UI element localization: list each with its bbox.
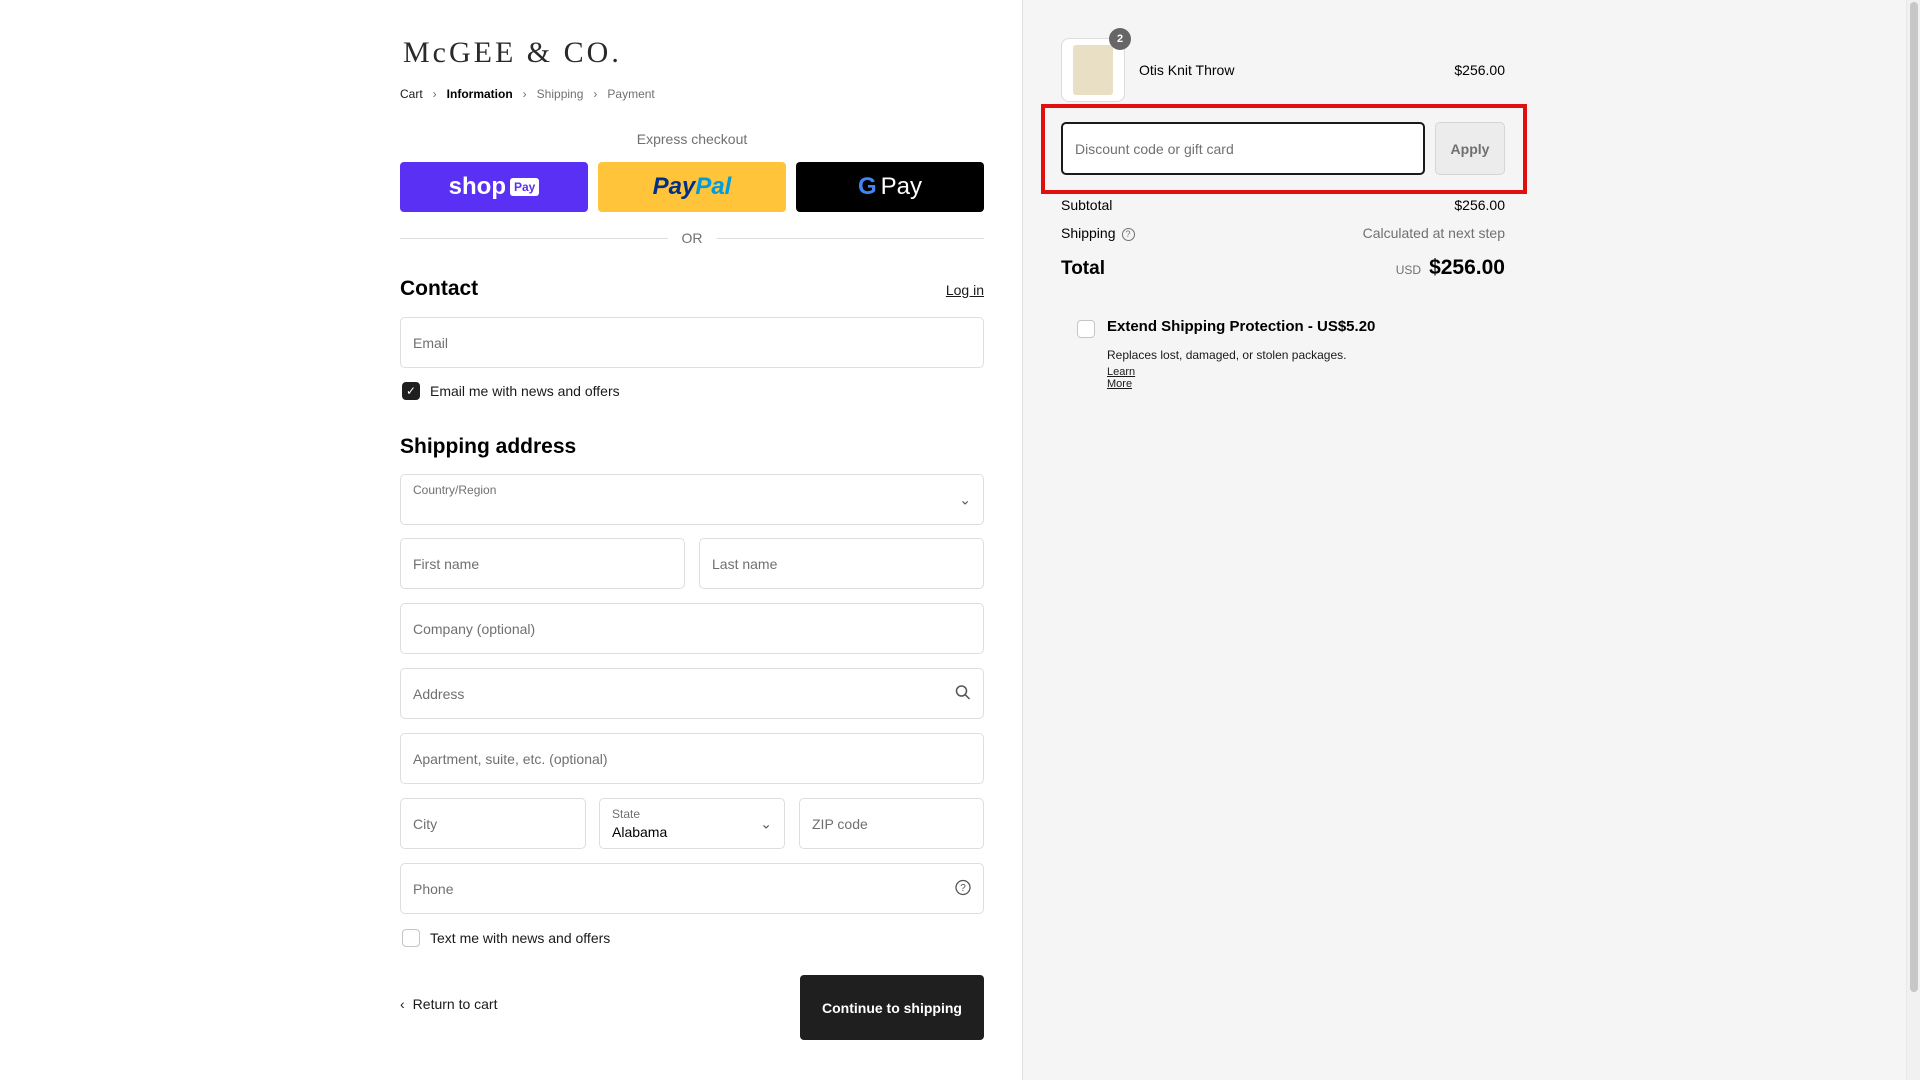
text-news-checkbox[interactable] xyxy=(402,929,420,947)
company-placeholder: Company (optional) xyxy=(413,620,536,637)
company-field[interactable]: Company (optional) xyxy=(400,603,984,654)
breadcrumb-cart[interactable]: Cart xyxy=(400,87,423,101)
chevron-down-icon: ⌄ xyxy=(760,815,772,831)
google-pay-button[interactable]: G Pay xyxy=(796,162,984,212)
country-label: Country/Region xyxy=(413,483,497,497)
or-text: OR xyxy=(681,230,703,246)
breadcrumb-information: Information xyxy=(446,87,513,101)
google-pay-text: Pay xyxy=(880,173,923,200)
paypal-button[interactable]: Pay Pal xyxy=(598,162,786,212)
checkout-main: McGEE & CO. Cart › Information › Shippin… xyxy=(0,0,1022,1080)
extend-subtitle: Replaces lost, damaged, or stolen packag… xyxy=(1107,348,1347,362)
brand-logo[interactable]: McGEE & CO. xyxy=(403,36,622,70)
email-field[interactable]: Email xyxy=(400,317,984,368)
address-field[interactable]: Address xyxy=(400,668,984,719)
search-icon xyxy=(955,684,971,703)
state-select[interactable]: State Alabama ⌄ xyxy=(599,798,785,849)
discount-code-input[interactable]: Discount code or gift card xyxy=(1061,122,1425,175)
email-placeholder: Email xyxy=(413,334,449,351)
subtotal-label: Subtotal xyxy=(1061,197,1113,213)
chevron-down-icon: ⌄ xyxy=(959,491,971,507)
divider-line xyxy=(716,237,984,239)
help-icon[interactable]: ? xyxy=(1121,227,1135,241)
shop-pay-button[interactable]: shop Pay xyxy=(400,162,588,212)
total-currency: USD xyxy=(1395,263,1422,277)
email-news-label: Email me with news and offers xyxy=(430,383,620,399)
address-placeholder: Address xyxy=(413,685,465,702)
shipping-row: Shipping? Calculated at next step xyxy=(1061,225,1505,241)
phone-field[interactable]: Phone ? xyxy=(400,863,984,914)
email-news-option[interactable]: ✓ Email me with news and offers xyxy=(402,382,620,400)
or-divider: OR xyxy=(400,230,984,246)
chevron-right-icon: › xyxy=(593,87,598,101)
express-buttons: shop Pay Pay Pal G Pay xyxy=(400,162,984,212)
shipping-heading: Shipping address xyxy=(400,435,577,458)
country-select[interactable]: Country/Region ⌄ xyxy=(400,474,984,525)
city-field[interactable]: City xyxy=(400,798,586,849)
help-icon[interactable]: ? xyxy=(955,879,971,898)
product-name: Otis Knit Throw xyxy=(1139,62,1235,78)
apply-discount-button[interactable]: Apply xyxy=(1435,122,1505,175)
extend-title: Extend Shipping Protection - US$5.20 xyxy=(1107,318,1376,335)
chevron-right-icon: › xyxy=(522,87,527,101)
email-news-checkbox[interactable]: ✓ xyxy=(402,382,420,400)
state-value: Alabama xyxy=(612,824,668,840)
google-icon: G xyxy=(857,173,877,200)
scrollbar[interactable] xyxy=(1906,0,1920,1080)
breadcrumb-shipping: Shipping xyxy=(536,87,584,101)
zip-placeholder: ZIP code xyxy=(812,815,868,832)
total-row: Total USD $256.00 xyxy=(1061,256,1505,280)
chevron-right-icon: › xyxy=(432,87,437,101)
contact-heading: Contact xyxy=(400,277,479,300)
subtotal-value: $256.00 xyxy=(1454,197,1505,213)
last-name-field[interactable]: Last name xyxy=(699,538,984,589)
svg-text:?: ? xyxy=(960,883,966,894)
product-price: $256.00 xyxy=(1454,62,1505,78)
paypal-text-1: Pay xyxy=(652,173,696,200)
text-news-label: Text me with news and offers xyxy=(430,930,611,946)
discount-placeholder: Discount code or gift card xyxy=(1075,140,1234,157)
shop-pay-text: shop xyxy=(448,173,506,200)
state-label: State xyxy=(612,807,641,821)
apartment-field[interactable]: Apartment, suite, etc. (optional) xyxy=(400,733,984,784)
scrollbar-thumb[interactable] xyxy=(1910,2,1918,992)
city-placeholder: City xyxy=(413,815,438,832)
zip-field[interactable]: ZIP code xyxy=(799,798,984,849)
quantity-badge: 2 xyxy=(1109,28,1131,50)
paypal-text-2: Pal xyxy=(695,173,732,200)
breadcrumb: Cart › Information › Shipping › Payment xyxy=(400,87,655,101)
subtotal-row: Subtotal $256.00 xyxy=(1061,197,1505,213)
extend-learn-more-link[interactable]: Learn More xyxy=(1107,366,1135,390)
shop-pay-badge: Pay xyxy=(509,178,540,196)
phone-placeholder: Phone xyxy=(413,880,454,897)
apartment-placeholder: Apartment, suite, etc. (optional) xyxy=(413,750,608,767)
first-name-field[interactable]: First name xyxy=(400,538,685,589)
login-link[interactable]: Log in xyxy=(946,282,984,298)
divider-line xyxy=(400,237,668,239)
first-name-placeholder: First name xyxy=(413,555,480,572)
chevron-left-icon: ‹ xyxy=(400,996,405,1012)
total-label: Total xyxy=(1061,258,1105,279)
last-name-placeholder: Last name xyxy=(712,555,778,572)
shipping-label: Shipping xyxy=(1061,225,1116,241)
shipping-value: Calculated at next step xyxy=(1362,225,1505,241)
breadcrumb-payment: Payment xyxy=(607,87,655,101)
total-value: $256.00 xyxy=(1429,256,1505,279)
extend-checkbox[interactable] xyxy=(1077,320,1095,338)
express-checkout-label: Express checkout xyxy=(636,131,748,147)
product-image xyxy=(1073,45,1113,95)
continue-to-shipping-button[interactable]: Continue to shipping xyxy=(800,975,984,1040)
total-amount: USD $256.00 xyxy=(1396,256,1505,280)
text-news-option[interactable]: Text me with news and offers xyxy=(402,929,610,947)
order-summary: 2 Otis Knit Throw $256.00 Discount code … xyxy=(1022,0,1906,1080)
return-label: Return to cart xyxy=(412,996,498,1012)
return-to-cart-link[interactable]: ‹ Return to cart xyxy=(400,996,498,1012)
